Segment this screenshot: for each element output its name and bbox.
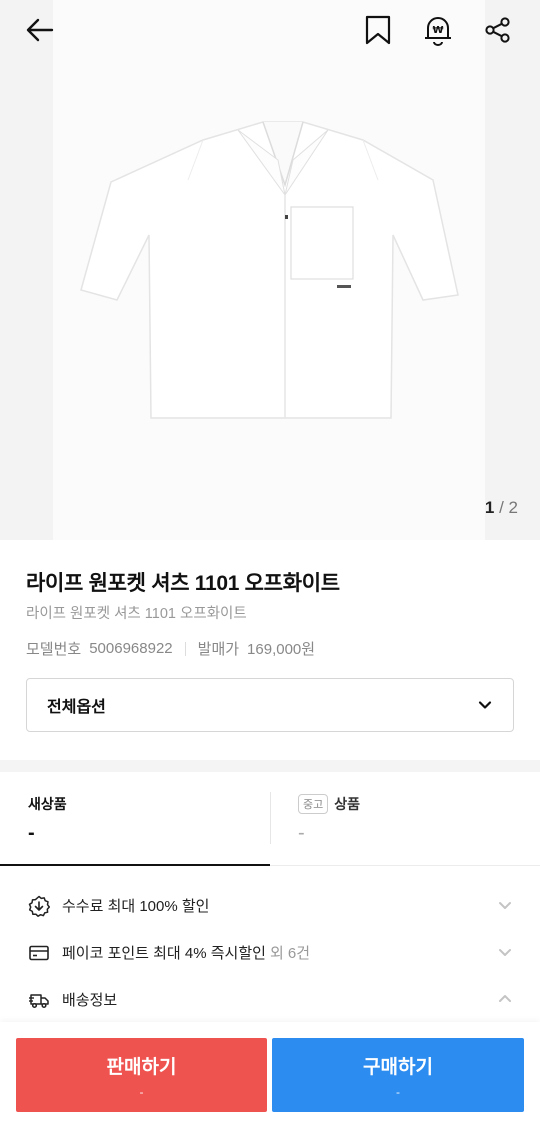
price-alert-button[interactable]: ₩ bbox=[418, 10, 458, 50]
tab-new-product[interactable]: 새상품 - bbox=[0, 772, 270, 866]
tab-used-title: 중고 상품 bbox=[298, 794, 360, 814]
benefit-extra: 외 6건 bbox=[269, 945, 311, 962]
tab-new-price: - bbox=[28, 822, 35, 844]
condition-tabs: 새상품 - 중고 상품 - bbox=[0, 772, 540, 866]
tab-divider bbox=[270, 792, 271, 844]
delivery-truck-icon bbox=[28, 989, 50, 1011]
sell-button-label: 판매하기 bbox=[106, 1056, 177, 1078]
back-button[interactable] bbox=[20, 10, 60, 50]
bookmark-icon bbox=[365, 15, 391, 45]
product-meta: 모델번호 5006968922 발매가 169,000원 bbox=[26, 638, 315, 659]
tab-used-price: - bbox=[298, 822, 305, 844]
buy-button[interactable]: 구매하기 - bbox=[272, 1038, 524, 1112]
chevron-up-icon bbox=[499, 995, 511, 1002]
image-counter: 1 / 2 bbox=[485, 498, 518, 518]
share-button[interactable] bbox=[478, 10, 518, 50]
tab-new-label: 새상품 bbox=[28, 796, 67, 812]
sell-button[interactable]: 판매하기 - bbox=[16, 1038, 267, 1112]
buy-button-label: 구매하기 bbox=[363, 1056, 433, 1078]
model-number-label: 모델번호 bbox=[26, 641, 82, 658]
benefits-list: 수수료 최대 100% 할인 페이코 포인트 최대 4% 즉시할인 외 6건 배… bbox=[0, 882, 540, 1023]
model-number-value: 5006968922 bbox=[89, 640, 173, 657]
release-price-label: 발매가 bbox=[197, 641, 240, 658]
meta-divider bbox=[184, 641, 186, 656]
top-bar: ₩ bbox=[0, 0, 540, 60]
benefit-fee-discount[interactable]: 수수료 최대 100% 할인 bbox=[0, 882, 540, 929]
product-subtitle: 라이프 원포켓 셔츠 1101 오프화이트 bbox=[26, 606, 247, 622]
discount-icon bbox=[28, 895, 50, 917]
product-image-gallery[interactable]: 1 / 2 bbox=[0, 0, 540, 540]
product-photo[interactable] bbox=[53, 0, 485, 540]
tab-used-product[interactable]: 중고 상품 - bbox=[270, 772, 540, 866]
section-divider bbox=[0, 760, 540, 772]
tab-used-label: 상품 bbox=[334, 796, 361, 812]
image-counter-total: 2 bbox=[508, 498, 518, 517]
shirt-image bbox=[80, 121, 459, 419]
chevron-down-icon bbox=[499, 902, 511, 909]
arrow-left-icon bbox=[26, 18, 54, 42]
image-counter-current: 1 bbox=[484, 498, 495, 517]
benefit-payco-point[interactable]: 페이코 포인트 최대 4% 즉시할인 외 6건 bbox=[0, 929, 540, 976]
buy-button-price: - bbox=[396, 1084, 400, 1099]
used-badge: 중고 bbox=[298, 794, 329, 814]
product-info: 라이프 원포켓 셔츠 1101 오프화이트 라이프 원포켓 셔츠 1101 오프… bbox=[0, 540, 540, 760]
price-alert-icon: ₩ bbox=[425, 17, 451, 46]
benefit-delivery-info[interactable]: 배송정보 bbox=[0, 976, 540, 1023]
chevron-down-icon bbox=[478, 701, 492, 709]
share-icon bbox=[485, 17, 510, 43]
product-title: 라이프 원포켓 셔츠 1101 오프화이트 bbox=[26, 572, 340, 595]
option-select[interactable]: 전체옵션 bbox=[26, 678, 514, 732]
benefit-text: 페이코 포인트 최대 4% 즉시할인 bbox=[62, 945, 266, 962]
option-select-label: 전체옵션 bbox=[47, 699, 106, 716]
chevron-down-icon bbox=[499, 949, 511, 956]
svg-text:₩: ₩ bbox=[432, 25, 443, 36]
image-counter-separator: / bbox=[499, 498, 504, 517]
benefit-text: 배송정보 bbox=[62, 992, 118, 1009]
benefit-text: 수수료 최대 100% 할인 bbox=[62, 898, 210, 915]
sell-button-price: - bbox=[139, 1084, 144, 1099]
release-price-value: 169,000원 bbox=[247, 641, 316, 658]
action-bar: 판매하기 - 구매하기 - bbox=[0, 1022, 540, 1127]
card-icon bbox=[28, 942, 50, 964]
bookmark-button[interactable] bbox=[358, 10, 398, 50]
